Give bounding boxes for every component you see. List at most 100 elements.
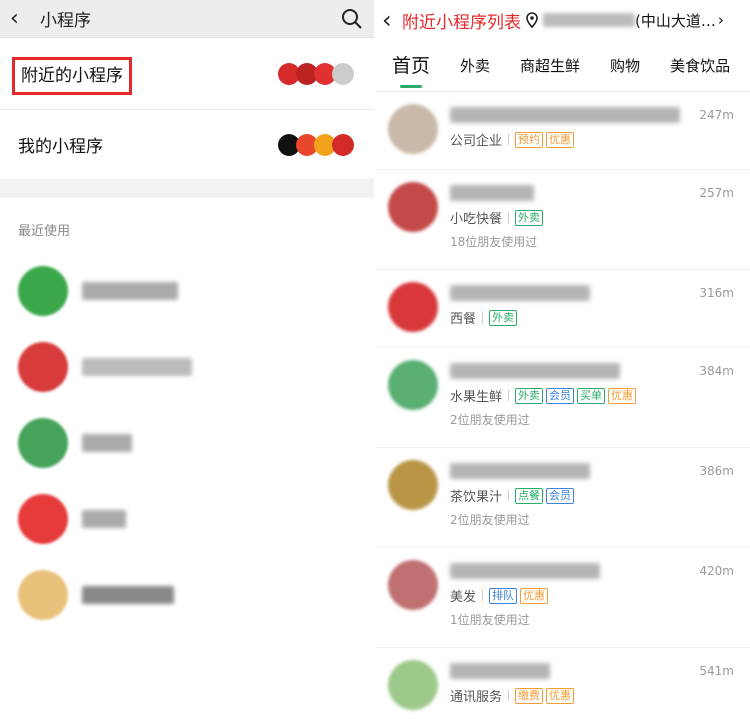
shop-tag: 排队 — [489, 587, 518, 604]
left-header: ‹ 小程序 — [0, 0, 374, 38]
shop-category: 茶饮果汁 — [450, 490, 503, 505]
shop-avatar-icon — [388, 104, 438, 154]
shop-item[interactable]: 316m 西餐 外卖 — [376, 270, 750, 348]
shop-item[interactable]: 386m 茶饮果汁 点餐 会员 2位朋友使用过 — [376, 448, 750, 548]
tab-2[interactable]: 商超生鲜 — [520, 40, 580, 92]
recent-app-item[interactable] — [0, 405, 374, 481]
shop-tag: 缴费 — [515, 687, 544, 704]
app-name-redacted — [82, 282, 178, 300]
shop-name-redacted — [450, 663, 550, 679]
shop-tag: 优惠 — [520, 587, 549, 604]
separator — [482, 312, 484, 323]
tab-1[interactable]: 外卖 — [460, 40, 490, 92]
recent-app-item[interactable] — [0, 253, 374, 329]
shop-item[interactable]: 247m 公司企业 预约 优惠 — [376, 92, 750, 170]
shop-tag: 会员 — [546, 487, 575, 504]
search-icon[interactable] — [340, 7, 364, 31]
friends-used: 18位朋友使用过 — [450, 235, 538, 249]
shop-avatar-icon — [388, 282, 438, 332]
separator — [508, 390, 510, 401]
app-avatar-icon — [18, 494, 68, 544]
screenshot: ‹ 小程序 附近的小程序 我的小程序 最近使用 ‹ 附近小程序列表 (中山大道…… — [0, 0, 750, 719]
shop-list: 247m 公司企业 预约 优惠 257m 小吃快餐 外卖 18位朋友使用过 316m 西餐 外卖 38… — [376, 92, 750, 719]
app-name-redacted — [82, 586, 174, 604]
recent-label: 最近使用 — [18, 224, 71, 239]
shop-tag: 外卖 — [489, 309, 518, 326]
shop-distance: 541m — [699, 664, 734, 678]
back-icon[interactable]: ‹ — [10, 6, 34, 31]
my-logos — [278, 133, 354, 156]
shop-category: 西餐 — [450, 312, 477, 327]
shop-tag: 会员 — [546, 387, 575, 404]
page-title: 附近小程序列表 — [402, 12, 521, 33]
tab-0[interactable]: 首页 — [392, 40, 430, 92]
shop-item[interactable]: 420m 美发 排队 优惠 1位朋友使用过 — [376, 548, 750, 648]
friends-used: 2位朋友使用过 — [450, 413, 530, 427]
chevron-right-icon: › — [717, 11, 724, 29]
my-mini-programs-label: 我的小程序 — [18, 137, 103, 157]
shop-tag: 优惠 — [546, 131, 575, 148]
shop-name-redacted — [450, 463, 590, 479]
nearby-mini-programs-label: 附近的小程序 — [12, 57, 132, 95]
shop-tag: 外卖 — [515, 387, 544, 404]
my-mini-programs-row[interactable]: 我的小程序 — [0, 110, 374, 180]
app-name-redacted — [82, 434, 132, 452]
back-icon[interactable]: ‹ — [382, 6, 402, 34]
shop-distance: 247m — [699, 108, 734, 122]
recent-app-item[interactable] — [0, 557, 374, 633]
shop-tag: 买单 — [577, 387, 606, 404]
nearby-list-panel: ‹ 附近小程序列表 (中山大道… › 首页 外卖 商超生鲜 购物 美食饮品 247m 公司… — [376, 0, 750, 719]
right-header: ‹ 附近小程序列表 (中山大道… › — [376, 0, 750, 40]
shop-item[interactable]: 541m 通讯服务 缴费 优惠 — [376, 648, 750, 719]
section-gap — [0, 180, 374, 198]
recent-apps-list — [0, 253, 374, 633]
shop-name-redacted — [450, 107, 680, 123]
location-redacted — [543, 13, 635, 27]
app-name-redacted — [82, 510, 126, 528]
location-text: (中山大道… — [635, 11, 716, 30]
shop-name-redacted — [450, 563, 600, 579]
shop-category: 小吃快餐 — [450, 212, 503, 227]
separator — [482, 590, 484, 601]
category-tabs: 首页 外卖 商超生鲜 购物 美食饮品 — [376, 40, 750, 92]
shop-tag: 优惠 — [608, 387, 637, 404]
shop-category: 通讯服务 — [450, 690, 503, 705]
recent-app-item[interactable] — [0, 481, 374, 557]
app-avatar-icon — [18, 266, 68, 316]
shop-distance: 316m — [699, 286, 734, 300]
shop-avatar-icon — [388, 460, 438, 510]
shop-distance: 257m — [699, 186, 734, 200]
shop-name-redacted — [450, 363, 620, 379]
shop-distance: 420m — [699, 564, 734, 578]
tab-4[interactable]: 美食饮品 — [670, 40, 730, 92]
friends-used: 1位朋友使用过 — [450, 613, 530, 627]
separator — [508, 690, 510, 701]
page-title: 小程序 — [40, 11, 91, 31]
friends-used: 2位朋友使用过 — [450, 513, 530, 527]
shop-category: 美发 — [450, 590, 477, 605]
separator — [508, 212, 510, 223]
shop-item[interactable]: 257m 小吃快餐 外卖 18位朋友使用过 — [376, 170, 750, 270]
shop-avatar-icon — [388, 360, 438, 410]
separator — [508, 134, 510, 145]
shop-item[interactable]: 384m 水果生鲜 外卖 会员 买单 优惠 2位朋友使用过 — [376, 348, 750, 448]
shop-category: 公司企业 — [450, 134, 503, 149]
shop-distance: 384m — [699, 364, 734, 378]
tab-3[interactable]: 购物 — [610, 40, 640, 92]
recent-app-item[interactable] — [0, 329, 374, 405]
shop-name-redacted — [450, 285, 590, 301]
shop-distance: 386m — [699, 464, 734, 478]
shop-avatar-icon — [388, 560, 438, 610]
location-pin-icon — [526, 12, 538, 28]
app-avatar-icon — [18, 570, 68, 620]
mini-programs-panel: ‹ 小程序 附近的小程序 我的小程序 最近使用 — [0, 0, 374, 719]
shop-avatar-icon — [388, 182, 438, 232]
shop-tag: 外卖 — [515, 209, 544, 226]
nearby-mini-programs-row[interactable]: 附近的小程序 — [0, 38, 374, 110]
brand-logo-icon — [332, 133, 354, 156]
app-name-redacted — [82, 358, 192, 376]
app-avatar-icon — [18, 418, 68, 468]
shop-tag: 预约 — [515, 131, 544, 148]
brand-logo-icon — [332, 62, 354, 85]
location-selector[interactable]: (中山大道… › — [543, 10, 724, 31]
